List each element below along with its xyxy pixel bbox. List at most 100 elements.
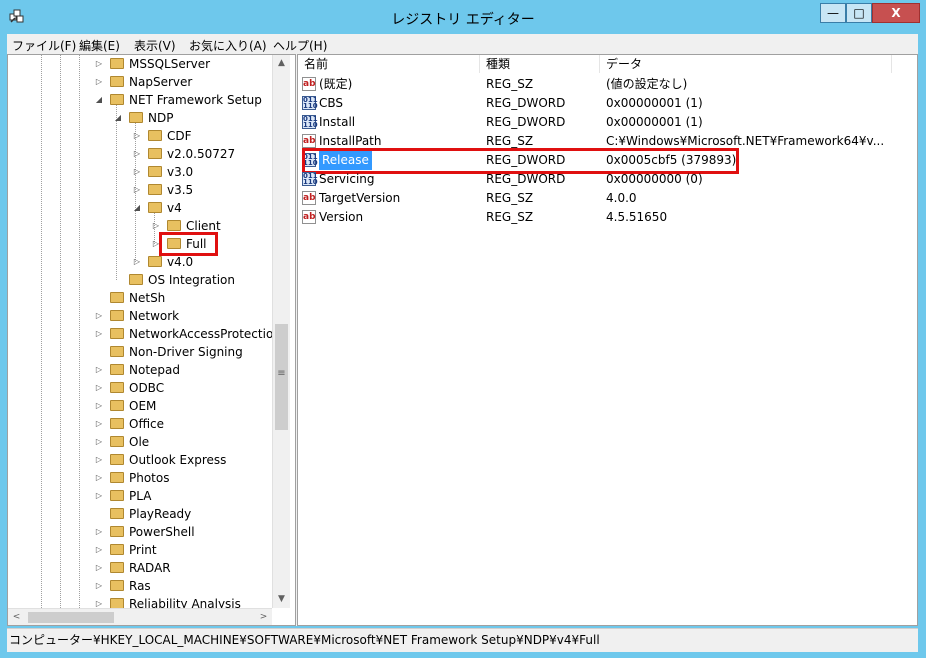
expand-arrow-icon[interactable]: ▷ (94, 361, 104, 379)
value-row-default[interactable]: ab (既定) REG_SZ (値の設定なし) (298, 75, 918, 94)
expand-arrow-icon[interactable]: ▷ (94, 73, 104, 91)
expand-arrow-icon[interactable]: ▷ (94, 451, 104, 469)
tree-hscroll-thumb[interactable] (28, 612, 114, 623)
close-button[interactable]: X (872, 3, 920, 23)
tree-scroll-thumb[interactable]: ≡ (275, 324, 288, 430)
expand-arrow-icon[interactable]: ▷ (132, 181, 142, 199)
tree-vertical-scrollbar[interactable]: ▲ ≡ ▼ (272, 55, 290, 608)
expand-arrow-icon[interactable]: ▷ (151, 217, 161, 235)
value-row-version[interactable]: ab Version REG_SZ 4.5.51650 (298, 208, 918, 227)
expand-arrow-icon[interactable]: ▷ (132, 145, 142, 163)
expand-arrow-icon[interactable]: ▷ (94, 397, 104, 415)
value-row-targetversion[interactable]: ab TargetVersion REG_SZ 4.0.0 (298, 189, 918, 208)
value-type: REG_DWORD (486, 172, 566, 186)
tree-node-label: PLA (129, 489, 152, 503)
menu-view[interactable]: 表示(V) (134, 37, 176, 54)
expand-arrow-icon[interactable]: ▷ (151, 235, 161, 253)
tree-node-label: Ole (129, 435, 150, 449)
title-bar[interactable]: レジストリ エディター — □ X (0, 0, 926, 34)
reg-dword-icon: 011 110 (302, 172, 318, 186)
folder-icon (110, 454, 124, 465)
value-data: C:¥Windows¥Microsoft.NET¥Framework64¥v..… (606, 134, 885, 148)
tree-horizontal-scrollbar[interactable]: < > (8, 608, 272, 625)
expand-arrow-icon[interactable]: ▷ (94, 55, 104, 73)
value-name: Install (319, 115, 356, 129)
menu-edit[interactable]: 編集(E) (79, 37, 120, 54)
folder-icon (110, 58, 124, 69)
tree-node-label: OEM (129, 399, 157, 413)
folder-icon (148, 166, 162, 177)
folder-icon (110, 418, 124, 429)
collapse-arrow-icon[interactable]: ◢ (113, 109, 123, 127)
tree-node-label: Full (186, 237, 207, 251)
expand-arrow-icon[interactable]: ▷ (94, 379, 104, 397)
expand-arrow-icon[interactable]: ▷ (94, 433, 104, 451)
folder-icon (110, 436, 124, 447)
expand-arrow-icon[interactable]: ▷ (94, 325, 104, 343)
tree-node-label: Outlook Express (129, 453, 227, 467)
scroll-up-icon[interactable]: ▲ (273, 55, 290, 72)
tree-node-label: Notepad (129, 363, 180, 377)
expand-arrow-icon[interactable]: ▷ (94, 577, 104, 595)
tree-guide-line (79, 55, 80, 608)
expand-arrow-icon[interactable]: ▷ (94, 415, 104, 433)
column-header-data[interactable]: データ (600, 55, 892, 73)
window-title: レジストリ エディター (391, 12, 535, 28)
tree-node-label: v3.5 (167, 183, 194, 197)
menu-file[interactable]: ファイル(F) (12, 37, 76, 54)
reg-sz-icon: ab (302, 134, 316, 148)
collapse-arrow-icon[interactable]: ◢ (132, 199, 142, 217)
menu-favorites[interactable]: お気に入り(A) (189, 37, 267, 54)
expand-arrow-icon[interactable]: ▷ (94, 307, 104, 325)
expand-arrow-icon[interactable]: ▷ (94, 541, 104, 559)
expand-arrow-icon[interactable]: ▷ (132, 127, 142, 145)
scroll-down-icon[interactable]: ▼ (273, 591, 290, 608)
tree-node-label: Network (129, 309, 180, 323)
tree-node-label: Ras (129, 579, 151, 593)
folder-icon (148, 184, 162, 195)
tree-node-label: v4 (167, 201, 182, 215)
expand-arrow-icon[interactable]: ▷ (94, 523, 104, 541)
value-type: REG_DWORD (486, 115, 566, 129)
reg-dword-icon: 011 110 (302, 115, 318, 129)
reg-sz-icon: ab (302, 210, 316, 224)
folder-open-icon (148, 202, 162, 213)
tree-guide-line (41, 55, 42, 608)
value-name: Version (319, 210, 364, 224)
registry-key-tree[interactable]: ▷ MSSQLServer ▷ NapServer ◢ NET Framewor… (7, 54, 296, 626)
expand-arrow-icon[interactable]: ▷ (132, 253, 142, 271)
scroll-left-icon[interactable]: < (8, 609, 25, 625)
maximize-button[interactable]: □ (846, 3, 872, 23)
tree-node-label: NapServer (129, 75, 193, 89)
expand-arrow-icon[interactable]: ▷ (94, 487, 104, 505)
column-header-name[interactable]: 名前 (298, 55, 480, 73)
folder-icon (110, 580, 124, 591)
value-name: InstallPath (319, 134, 382, 148)
folder-icon (110, 364, 124, 375)
folder-icon (110, 292, 124, 303)
value-row-cbs[interactable]: 011 110 CBS REG_DWORD 0x00000001 (1) (298, 94, 918, 113)
expand-arrow-icon[interactable]: ▷ (94, 469, 104, 487)
minimize-button[interactable]: — (820, 3, 846, 23)
value-row-release[interactable]: 011 110 Release REG_DWORD 0x0005cbf5 (37… (298, 151, 918, 170)
value-type: REG_SZ (486, 210, 534, 224)
value-row-installpath[interactable]: ab InstallPath REG_SZ C:¥Windows¥Microso… (298, 132, 918, 151)
folder-icon (110, 400, 124, 411)
scroll-grip-icon: ≡ (277, 368, 286, 379)
folder-icon (148, 130, 162, 141)
folder-open-icon (110, 94, 124, 105)
main-content: ▷ MSSQLServer ▷ NapServer ◢ NET Framewor… (7, 54, 918, 626)
registry-values-list[interactable]: 名前 種類 データ ab (既定) REG_SZ (値の設定なし) 011 11… (297, 54, 918, 626)
expand-arrow-icon[interactable]: ▷ (132, 163, 142, 181)
expand-arrow-icon[interactable]: ▷ (94, 559, 104, 577)
collapse-arrow-icon[interactable]: ◢ (94, 91, 104, 109)
folder-icon (110, 508, 124, 519)
menu-help[interactable]: ヘルプ(H) (273, 37, 327, 54)
tree-guide-line (116, 100, 117, 280)
value-row-servicing[interactable]: 011 110 Servicing REG_DWORD 0x00000000 (… (298, 170, 918, 189)
folder-open-icon (129, 112, 143, 123)
reg-sz-icon: ab (302, 77, 316, 91)
value-row-install[interactable]: 011 110 Install REG_DWORD 0x00000001 (1) (298, 113, 918, 132)
scroll-right-icon[interactable]: > (255, 609, 272, 625)
column-header-type[interactable]: 種類 (480, 55, 600, 73)
